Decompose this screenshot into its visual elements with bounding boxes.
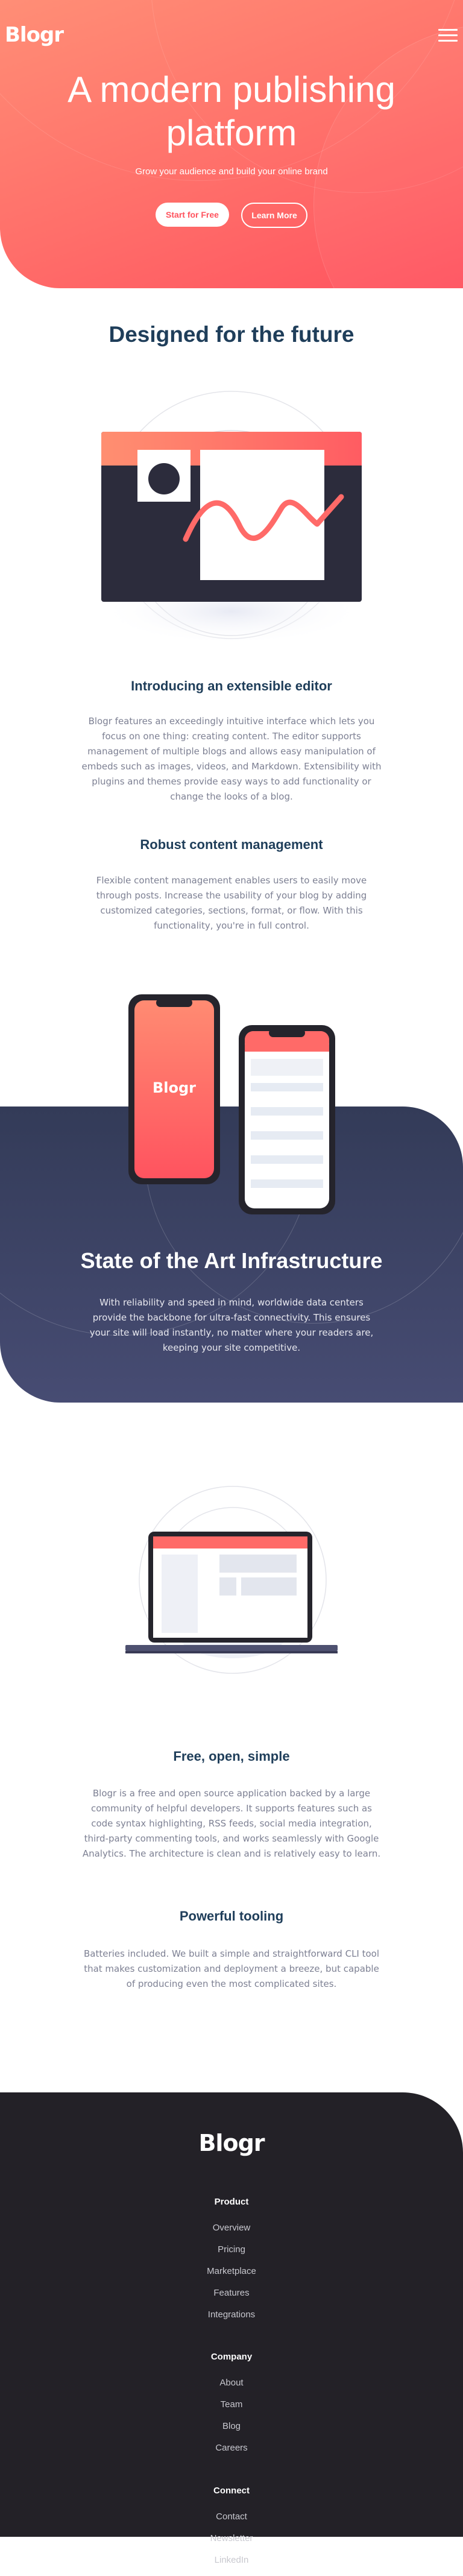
hero-subtitle: Grow your audience and build your online…: [135, 166, 328, 177]
footer-link-overview[interactable]: Overview: [0, 2222, 463, 2234]
footer-link-contact[interactable]: Contact: [0, 2511, 463, 2523]
footer-link-features[interactable]: Features: [0, 2287, 463, 2299]
editor-illustration: [100, 391, 363, 645]
footer-heading-product: Product: [214, 2197, 249, 2207]
footer-link-about[interactable]: About: [0, 2377, 463, 2389]
feature-text-free-open: Blogr is a free and open source applicat…: [82, 1788, 381, 1859]
feature-text-editor: Blogr features an exceedingly intuitive …: [81, 716, 382, 802]
feature-text-tooling: Batteries included. We built a simple an…: [83, 1948, 380, 1989]
footer-heading-connect: Connect: [213, 2486, 250, 2496]
hero-title-line1: A modern publishing: [68, 69, 395, 110]
footer-link-blog[interactable]: Blog: [0, 2420, 463, 2432]
hamburger-menu-icon[interactable]: [438, 29, 458, 42]
phones-illustration: Blogr: [128, 994, 335, 1214]
footer-column-company: Company About Team Blog Careers: [0, 2352, 463, 2464]
feature-title-content-management: Robust content management: [140, 837, 323, 852]
footer-link-newsletter[interactable]: Newsletter: [0, 2533, 463, 2545]
feature-title-free-open: Free, open, simple: [173, 1749, 290, 1764]
footer-logo[interactable]: Blogr: [0, 2130, 463, 2156]
feature-title-editor: Introducing an extensible editor: [131, 678, 332, 693]
footer-column-product: Product Overview Pricing Marketplace Fea…: [0, 2197, 463, 2331]
hero-section: Blogr A modern publishing platform Grow …: [0, 0, 463, 288]
hero-title-line2: platform: [166, 113, 297, 153]
footer-column-connect: Connect Contact Newsletter LinkedIn: [0, 2486, 463, 2576]
footer-link-marketplace[interactable]: Marketplace: [0, 2265, 463, 2278]
hero-buttons: Start for Free Learn More: [0, 203, 463, 228]
page: Blogr A modern publishing platform Grow …: [0, 0, 463, 2565]
header-logo[interactable]: Blogr: [5, 23, 64, 47]
phone-logo: Blogr: [153, 1079, 196, 1096]
footer: Blogr Product Overview Pricing Marketpla…: [0, 2092, 463, 2565]
learn-more-button[interactable]: Learn More: [241, 203, 307, 228]
designed-section-title: Designed for the future: [109, 322, 354, 347]
hero-title: A modern publishing platform: [0, 68, 463, 155]
footer-link-integrations[interactable]: Integrations: [0, 2309, 463, 2321]
footer-link-pricing[interactable]: Pricing: [0, 2244, 463, 2256]
laptop-illustration: [125, 1486, 338, 1674]
footer-heading-company: Company: [210, 2352, 253, 2362]
infrastructure-text: With reliability and speed in mind, worl…: [89, 1297, 374, 1353]
start-for-free-button[interactable]: Start for Free: [156, 203, 229, 227]
feature-text-content-management: Flexible content management enables user…: [96, 875, 367, 931]
infrastructure-title: State of the Art Infrastructure: [80, 1248, 383, 1273]
footer-link-team[interactable]: Team: [0, 2399, 463, 2411]
footer-link-careers[interactable]: Careers: [0, 2442, 463, 2454]
footer-link-linkedin[interactable]: LinkedIn: [0, 2554, 463, 2566]
feature-title-tooling: Powerful tooling: [179, 1908, 284, 1924]
